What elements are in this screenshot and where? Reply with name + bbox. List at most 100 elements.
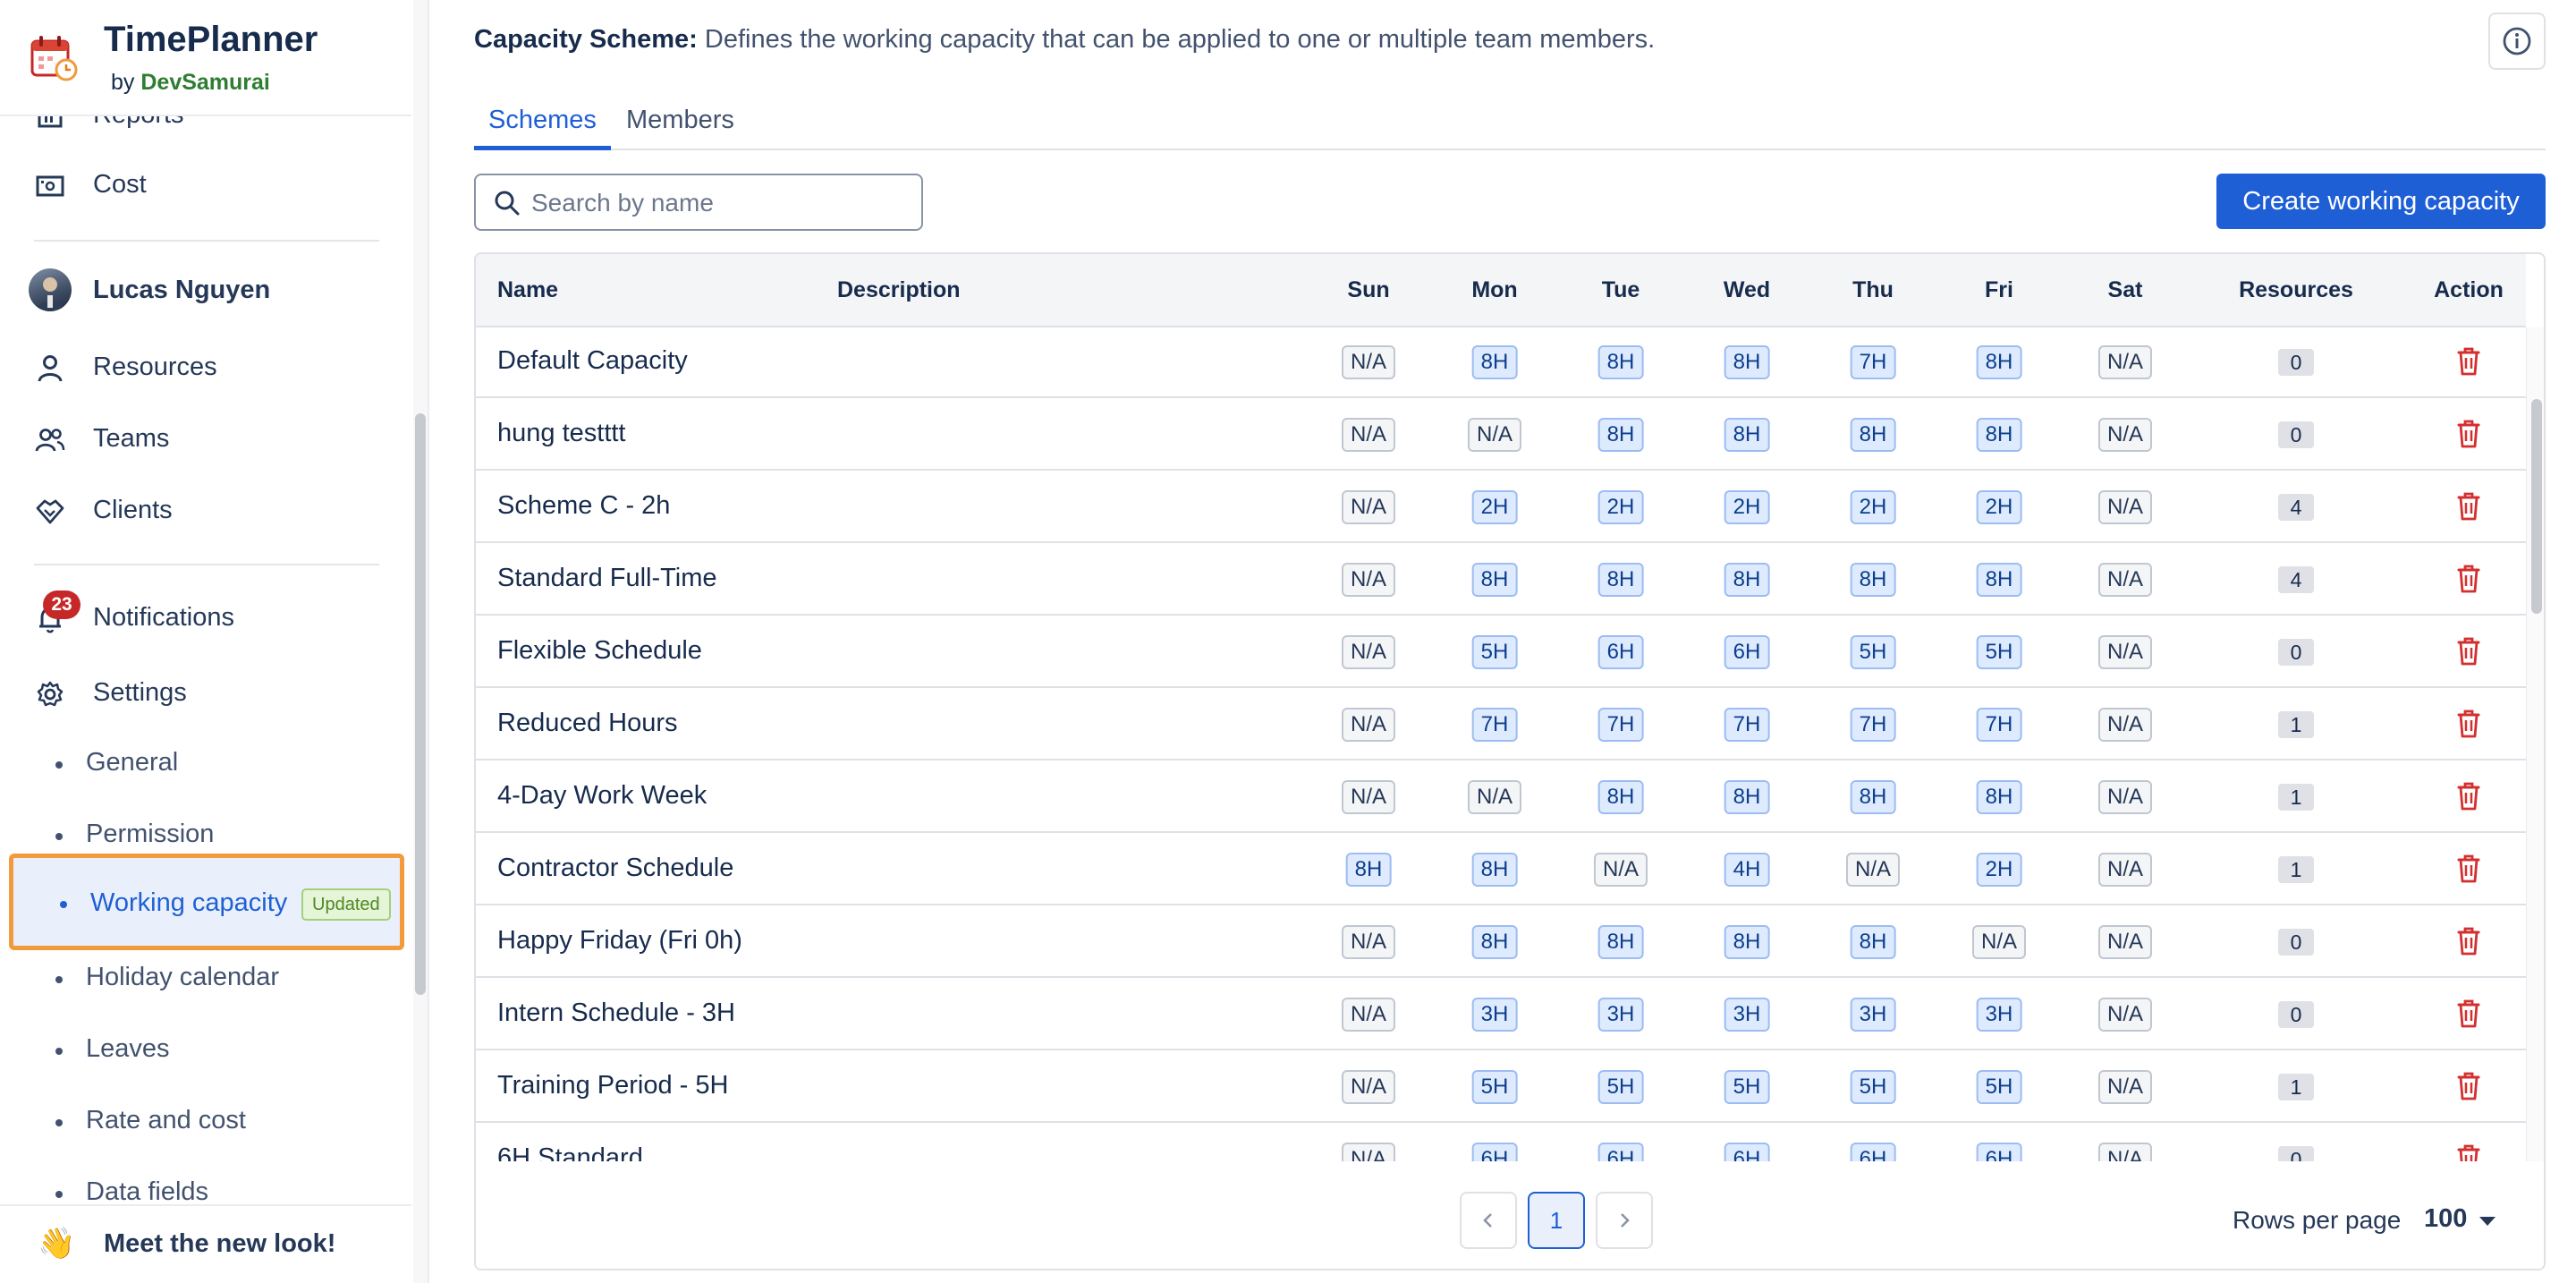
settings-item-label: Rate and cost — [86, 1106, 246, 1134]
hours-badge-fri: 7H — [1976, 708, 2022, 742]
settings-item-label: Leaves — [86, 1034, 170, 1063]
settings-item-general[interactable]: General — [0, 732, 411, 796]
hours-badge-mon: 6H — [1471, 1143, 1518, 1161]
scheme-name[interactable]: Reduced Hours — [497, 688, 678, 759]
settings-item-rate-and-cost[interactable]: Rate and cost — [0, 1090, 411, 1154]
trash-icon[interactable] — [2451, 1141, 2487, 1161]
hours-badge-sat: N/A — [2097, 708, 2153, 742]
trash-icon[interactable] — [2451, 923, 2487, 959]
caret-down-icon[interactable] — [2479, 1217, 2496, 1226]
hours-badge-sat: N/A — [2097, 635, 2153, 669]
column-header-name[interactable]: Name — [497, 277, 558, 303]
table-row[interactable]: Scheme C - 2h N/A 2H 2H 2H 2H 2H N/A 4 — [476, 471, 2526, 543]
trash-icon[interactable] — [2451, 416, 2487, 452]
scheme-name[interactable]: Intern Schedule - 3H — [497, 978, 735, 1049]
chevron-right-icon — [1621, 1213, 1630, 1228]
column-header-fri: Fri — [1985, 277, 2013, 302]
trash-icon[interactable] — [2451, 706, 2487, 742]
settings-item-leaves[interactable]: Leaves — [0, 1018, 411, 1083]
search-box — [474, 174, 923, 231]
table-row[interactable]: Standard Full-Time N/A 8H 8H 8H 8H 8H N/A 4 — [476, 543, 2526, 616]
trash-icon[interactable] — [2451, 633, 2487, 669]
table-row[interactable]: Reduced Hours N/A 7H 7H 7H 7H 7H N/A 1 — [476, 688, 2526, 760]
table-row[interactable]: Flexible Schedule N/A 5H 6H 6H 5H 5H N/A 0 — [476, 616, 2526, 688]
brand-header: TimePlanner by DevSamurai — [0, 0, 411, 116]
trash-icon[interactable] — [2451, 561, 2487, 597]
hours-badge-wed: 5H — [1724, 1070, 1770, 1104]
table-scrollbar-thumb[interactable] — [2531, 399, 2542, 614]
column-header-sat: Sat — [2107, 277, 2143, 302]
hours-badge-mon: 7H — [1471, 708, 1518, 742]
trash-icon[interactable] — [2451, 1068, 2487, 1104]
trash-icon[interactable] — [2451, 489, 2487, 524]
scheme-name[interactable]: hung testttt — [497, 398, 626, 469]
table-row[interactable]: Default Capacity N/A 8H 8H 8H 7H 8H N/A 0 — [476, 327, 2526, 398]
trash-icon[interactable] — [2451, 851, 2487, 887]
sidebar-item-resources[interactable]: Resources — [0, 335, 411, 399]
hours-badge-sat: N/A — [2097, 490, 2153, 524]
scheme-name[interactable]: 6H Standard — [497, 1123, 643, 1161]
settings-item-holiday-calendar[interactable]: Holiday calendar — [0, 947, 411, 1011]
scheme-name[interactable]: Standard Full-Time — [497, 543, 717, 614]
hours-badge-mon: 3H — [1471, 998, 1518, 1032]
table-row[interactable]: Happy Friday (Fri 0h) N/A 8H 8H 8H 8H N/A N/A 0 — [476, 905, 2526, 978]
settings-item-label: Permission — [86, 820, 215, 848]
column-header-wed: Wed — [1723, 277, 1771, 302]
tab-schemes[interactable]: Schemes — [474, 106, 611, 150]
scheme-name[interactable]: Happy Friday (Fri 0h) — [497, 905, 742, 976]
trash-icon[interactable] — [2451, 344, 2487, 379]
sidebar-scrollbar-thumb[interactable] — [415, 413, 426, 995]
sidebar-item-clients[interactable]: Clients — [0, 478, 411, 542]
hours-badge-tue: 3H — [1597, 998, 1644, 1032]
info-button[interactable] — [2488, 13, 2546, 70]
trash-icon[interactable] — [2451, 778, 2487, 814]
trash-icon[interactable] — [2451, 996, 2487, 1032]
search-icon — [495, 191, 520, 216]
resources-count: 1 — [2278, 1074, 2314, 1100]
table-row[interactable]: 6H Standard N/A 6H 6H 6H 6H 6H N/A 0 — [476, 1123, 2526, 1161]
user-name: Lucas Nguyen — [93, 275, 271, 304]
table-row[interactable]: Contractor Schedule 8H 8H N/A 4H N/A 2H N/A 1 — [476, 833, 2526, 905]
column-header-thu: Thu — [1852, 277, 1894, 302]
sidebar-item-label: Notifications — [93, 602, 234, 632]
rows-per-page-select[interactable]: 100 — [2424, 1204, 2467, 1234]
column-header-mon: Mon — [1471, 277, 1518, 302]
resources-count: 4 — [2278, 494, 2314, 521]
byline-prefix: by — [111, 70, 135, 95]
scheme-name[interactable]: 4-Day Work Week — [497, 760, 707, 831]
sidebar-user[interactable]: Lucas Nguyen — [0, 258, 411, 322]
next-page-button[interactable] — [1596, 1192, 1653, 1249]
tab-members[interactable]: Members — [612, 106, 749, 150]
sidebar-item-settings[interactable]: Settings — [0, 660, 411, 725]
hours-badge-wed: 8H — [1724, 345, 1770, 379]
scheme-name[interactable]: Contractor Schedule — [497, 833, 733, 904]
search-input[interactable] — [531, 184, 907, 222]
page-button-current[interactable]: 1 — [1528, 1192, 1585, 1249]
sidebar-item-cost[interactable]: Cost — [0, 152, 411, 217]
page-description-title: Capacity Scheme: — [474, 25, 698, 54]
table-scrollbar[interactable] — [2526, 327, 2544, 1161]
previous-page-button[interactable] — [1460, 1192, 1517, 1249]
settings-item-working-capacity[interactable]: Working capacity Updated — [9, 854, 404, 950]
hours-badge-wed: 8H — [1724, 780, 1770, 814]
column-header-resources: Resources — [2239, 277, 2353, 302]
scheme-name[interactable]: Scheme C - 2h — [497, 471, 670, 541]
meet-new-look-banner[interactable]: 👋 Meet the new look! — [0, 1204, 411, 1283]
table-row[interactable]: hung testttt N/A N/A 8H 8H 8H 8H N/A 0 — [476, 398, 2526, 471]
table-row[interactable]: 4-Day Work Week N/A N/A 8H 8H 8H 8H N/A 1 — [476, 760, 2526, 833]
create-working-capacity-button[interactable]: Create working capacity — [2216, 174, 2546, 229]
table-row[interactable]: Training Period - 5H N/A 5H 5H 5H 5H 5H N/A 1 — [476, 1050, 2526, 1123]
hours-badge-mon: 8H — [1471, 925, 1518, 959]
hours-badge-fri: 6H — [1976, 1143, 2022, 1161]
hours-badge-fri: N/A — [1971, 925, 2027, 959]
table-row[interactable]: Intern Schedule - 3H N/A 3H 3H 3H 3H 3H N/A 0 — [476, 978, 2526, 1050]
scheme-name[interactable]: Flexible Schedule — [497, 616, 702, 686]
sidebar-item-teams[interactable]: Teams — [0, 406, 411, 471]
hours-badge-tue: 8H — [1597, 925, 1644, 959]
handshake-icon — [34, 496, 66, 528]
scheme-name[interactable]: Default Capacity — [497, 327, 688, 396]
resources-count: 0 — [2278, 639, 2314, 666]
scheme-name[interactable]: Training Period - 5H — [497, 1050, 728, 1121]
team-icon — [34, 424, 66, 456]
resources-count: 0 — [2278, 349, 2314, 376]
